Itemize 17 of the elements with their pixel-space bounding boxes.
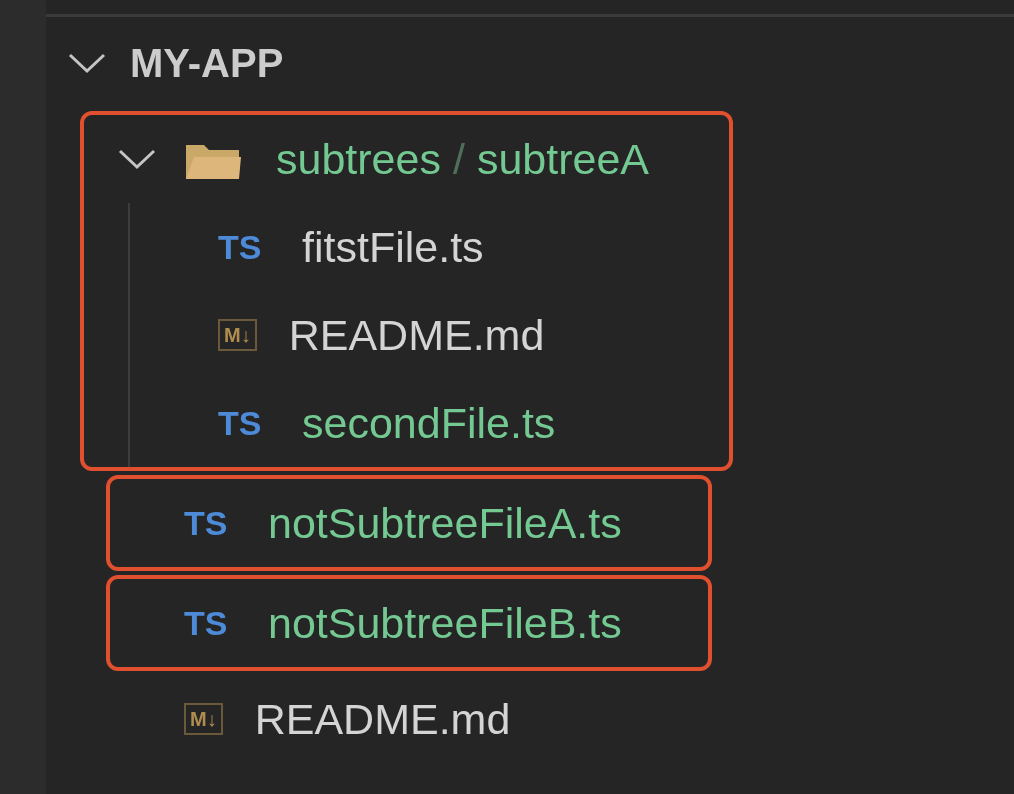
project-title: MY-APP [130,40,284,86]
file-tree-item[interactable]: TS notSubtreeFileB.ts [110,579,622,667]
typescript-icon: TS [184,603,268,643]
typescript-icon: TS [184,503,268,543]
file-tree-item[interactable]: TS secondFile.ts [130,379,556,467]
project-header[interactable]: MY-APP [46,19,1014,107]
markdown-icon: M↓ [184,703,223,735]
chevron-down-icon[interactable] [118,148,156,170]
file-tree-item[interactable]: TS notSubtreeFileA.ts [110,479,622,567]
markdown-icon: M↓ [218,319,257,351]
file-tree-item[interactable]: M↓ README.md [46,675,511,763]
typescript-icon: TS [218,227,302,267]
folder-tree-item[interactable]: subtrees / subtreeA [84,115,649,203]
typescript-icon: TS [218,403,302,443]
file-tree-item[interactable]: M↓ README.md [130,291,545,379]
file-tree-item[interactable]: TS fitstFile.ts [130,203,484,291]
chevron-down-icon[interactable] [68,52,106,74]
